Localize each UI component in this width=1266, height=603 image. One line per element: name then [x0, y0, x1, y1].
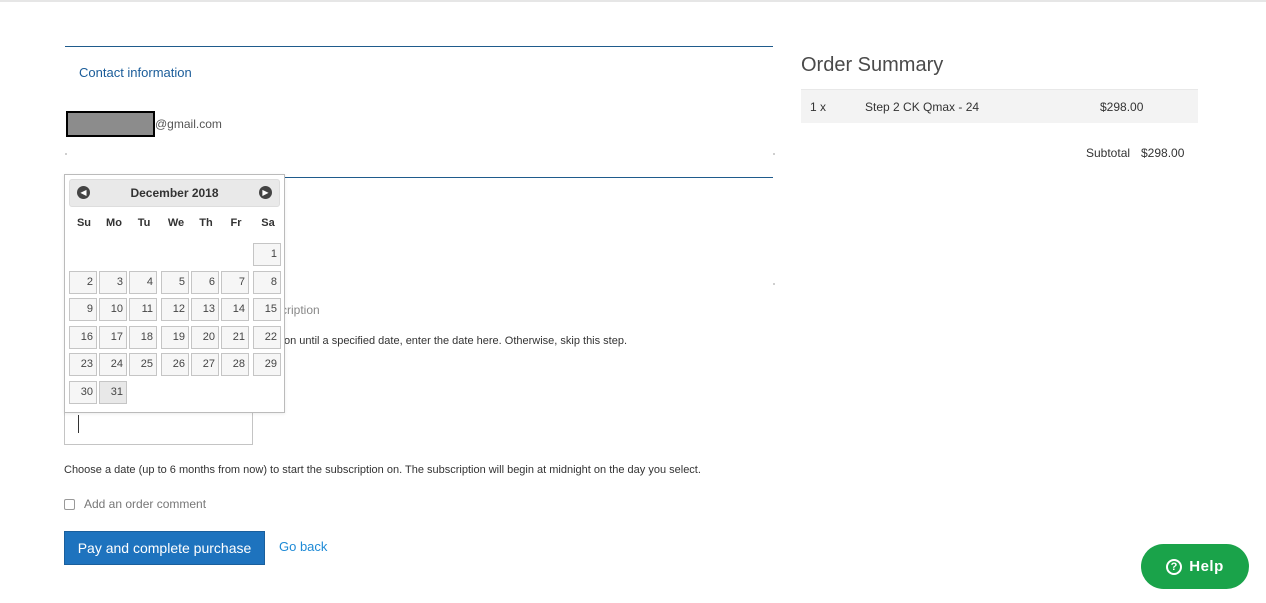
- calendar-day[interactable]: 19: [161, 325, 189, 349]
- order-comment-option[interactable]: Add an order comment: [64, 497, 206, 511]
- calendar-day[interactable]: 7: [221, 270, 249, 294]
- calendar-day[interactable]: 9: [69, 298, 97, 322]
- weekday-header: Mo: [106, 217, 122, 229]
- email-domain: @gmail.com: [155, 117, 222, 131]
- calendar-day[interactable]: 23: [69, 353, 97, 377]
- contact-email: @gmail.com: [66, 110, 222, 138]
- item-quantity: 1 x: [810, 100, 827, 114]
- calendar-day[interactable]: 24: [99, 353, 127, 377]
- calendar-day[interactable]: 14: [221, 298, 249, 322]
- weekday-header: Tu: [137, 217, 151, 229]
- datepicker-month-title: December 2018: [130, 186, 219, 200]
- calendar-day[interactable]: 26: [161, 353, 189, 377]
- order-comment-label[interactable]: Add an order comment: [84, 497, 206, 511]
- help-label: Help: [1189, 558, 1224, 575]
- weekday-header: We: [167, 217, 185, 229]
- calendar-day[interactable]: 1: [253, 243, 281, 266]
- calendar-day[interactable]: 11: [129, 298, 157, 322]
- contact-information-heading: Contact information: [79, 65, 192, 80]
- item-price: $298.00: [1100, 100, 1144, 114]
- calendar-day[interactable]: 13: [191, 298, 219, 322]
- redacted-email-user: [66, 111, 155, 137]
- weekday-header: Sa: [261, 217, 275, 229]
- item-name: Step 2 CK Qmax - 24: [865, 100, 980, 114]
- help-button[interactable]: ? Help: [1141, 544, 1249, 589]
- calendar-day[interactable]: 12: [161, 298, 189, 322]
- calendar-day[interactable]: 3: [99, 270, 127, 294]
- section-bottom-edge: [65, 153, 775, 157]
- calendar-day[interactable]: 31: [99, 381, 127, 404]
- calendar-day[interactable]: 5: [161, 270, 189, 294]
- question-icon: ?: [1166, 558, 1183, 575]
- pay-and-complete-button[interactable]: Pay and complete purchase: [64, 531, 265, 565]
- calendar-day[interactable]: 17: [99, 325, 127, 349]
- weekday-header: Th: [199, 217, 213, 229]
- weekday-header: Fr: [230, 217, 242, 229]
- subtotal-label: Subtotal: [1086, 146, 1131, 160]
- go-back-link[interactable]: Go back: [279, 539, 327, 554]
- start-date-help: Choose a date (up to 6 months from now) …: [64, 464, 701, 476]
- order-line-item: 1 x Step 2 CK Qmax - 24 $298.00: [801, 89, 1198, 123]
- calendar-day[interactable]: 2: [69, 270, 97, 294]
- calendar-day[interactable]: 27: [191, 353, 219, 377]
- order-comment-checkbox[interactable]: [64, 499, 75, 510]
- calendar-day[interactable]: 20: [191, 325, 219, 349]
- calendar-day[interactable]: 29: [253, 353, 281, 377]
- calendar-day[interactable]: 25: [129, 353, 157, 377]
- calendar-day[interactable]: 16: [69, 325, 97, 349]
- calendar-day[interactable]: 30: [69, 381, 97, 404]
- text-caret: [78, 415, 79, 433]
- calendar-day[interactable]: 4: [129, 270, 157, 294]
- datepicker-header: ◀ December 2018 ▶: [69, 179, 280, 207]
- calendar-day[interactable]: 18: [129, 325, 157, 349]
- calendar-day[interactable]: 22: [253, 325, 281, 349]
- calendar-day[interactable]: 8: [253, 270, 281, 294]
- calendar-day[interactable]: 10: [99, 298, 127, 322]
- calendar-day[interactable]: 15: [253, 298, 281, 322]
- subtotal-value: $298.00: [1141, 146, 1185, 160]
- weekday-header: Su: [76, 217, 92, 229]
- top-border: [0, 0, 1266, 2]
- arrow-right-icon[interactable]: ▶: [259, 186, 272, 199]
- datepicker-popup: ◀ December 2018 ▶ Su Mo Tu We Th Fr Sa 1 2 3 4 5 6 7 8…: [64, 174, 285, 413]
- calendar-day[interactable]: 28: [221, 353, 249, 377]
- calendar-day[interactable]: 21: [221, 325, 249, 349]
- section-divider: [65, 46, 773, 47]
- calendar-day[interactable]: 6: [191, 270, 219, 294]
- order-summary-title: Order Summary: [801, 54, 944, 76]
